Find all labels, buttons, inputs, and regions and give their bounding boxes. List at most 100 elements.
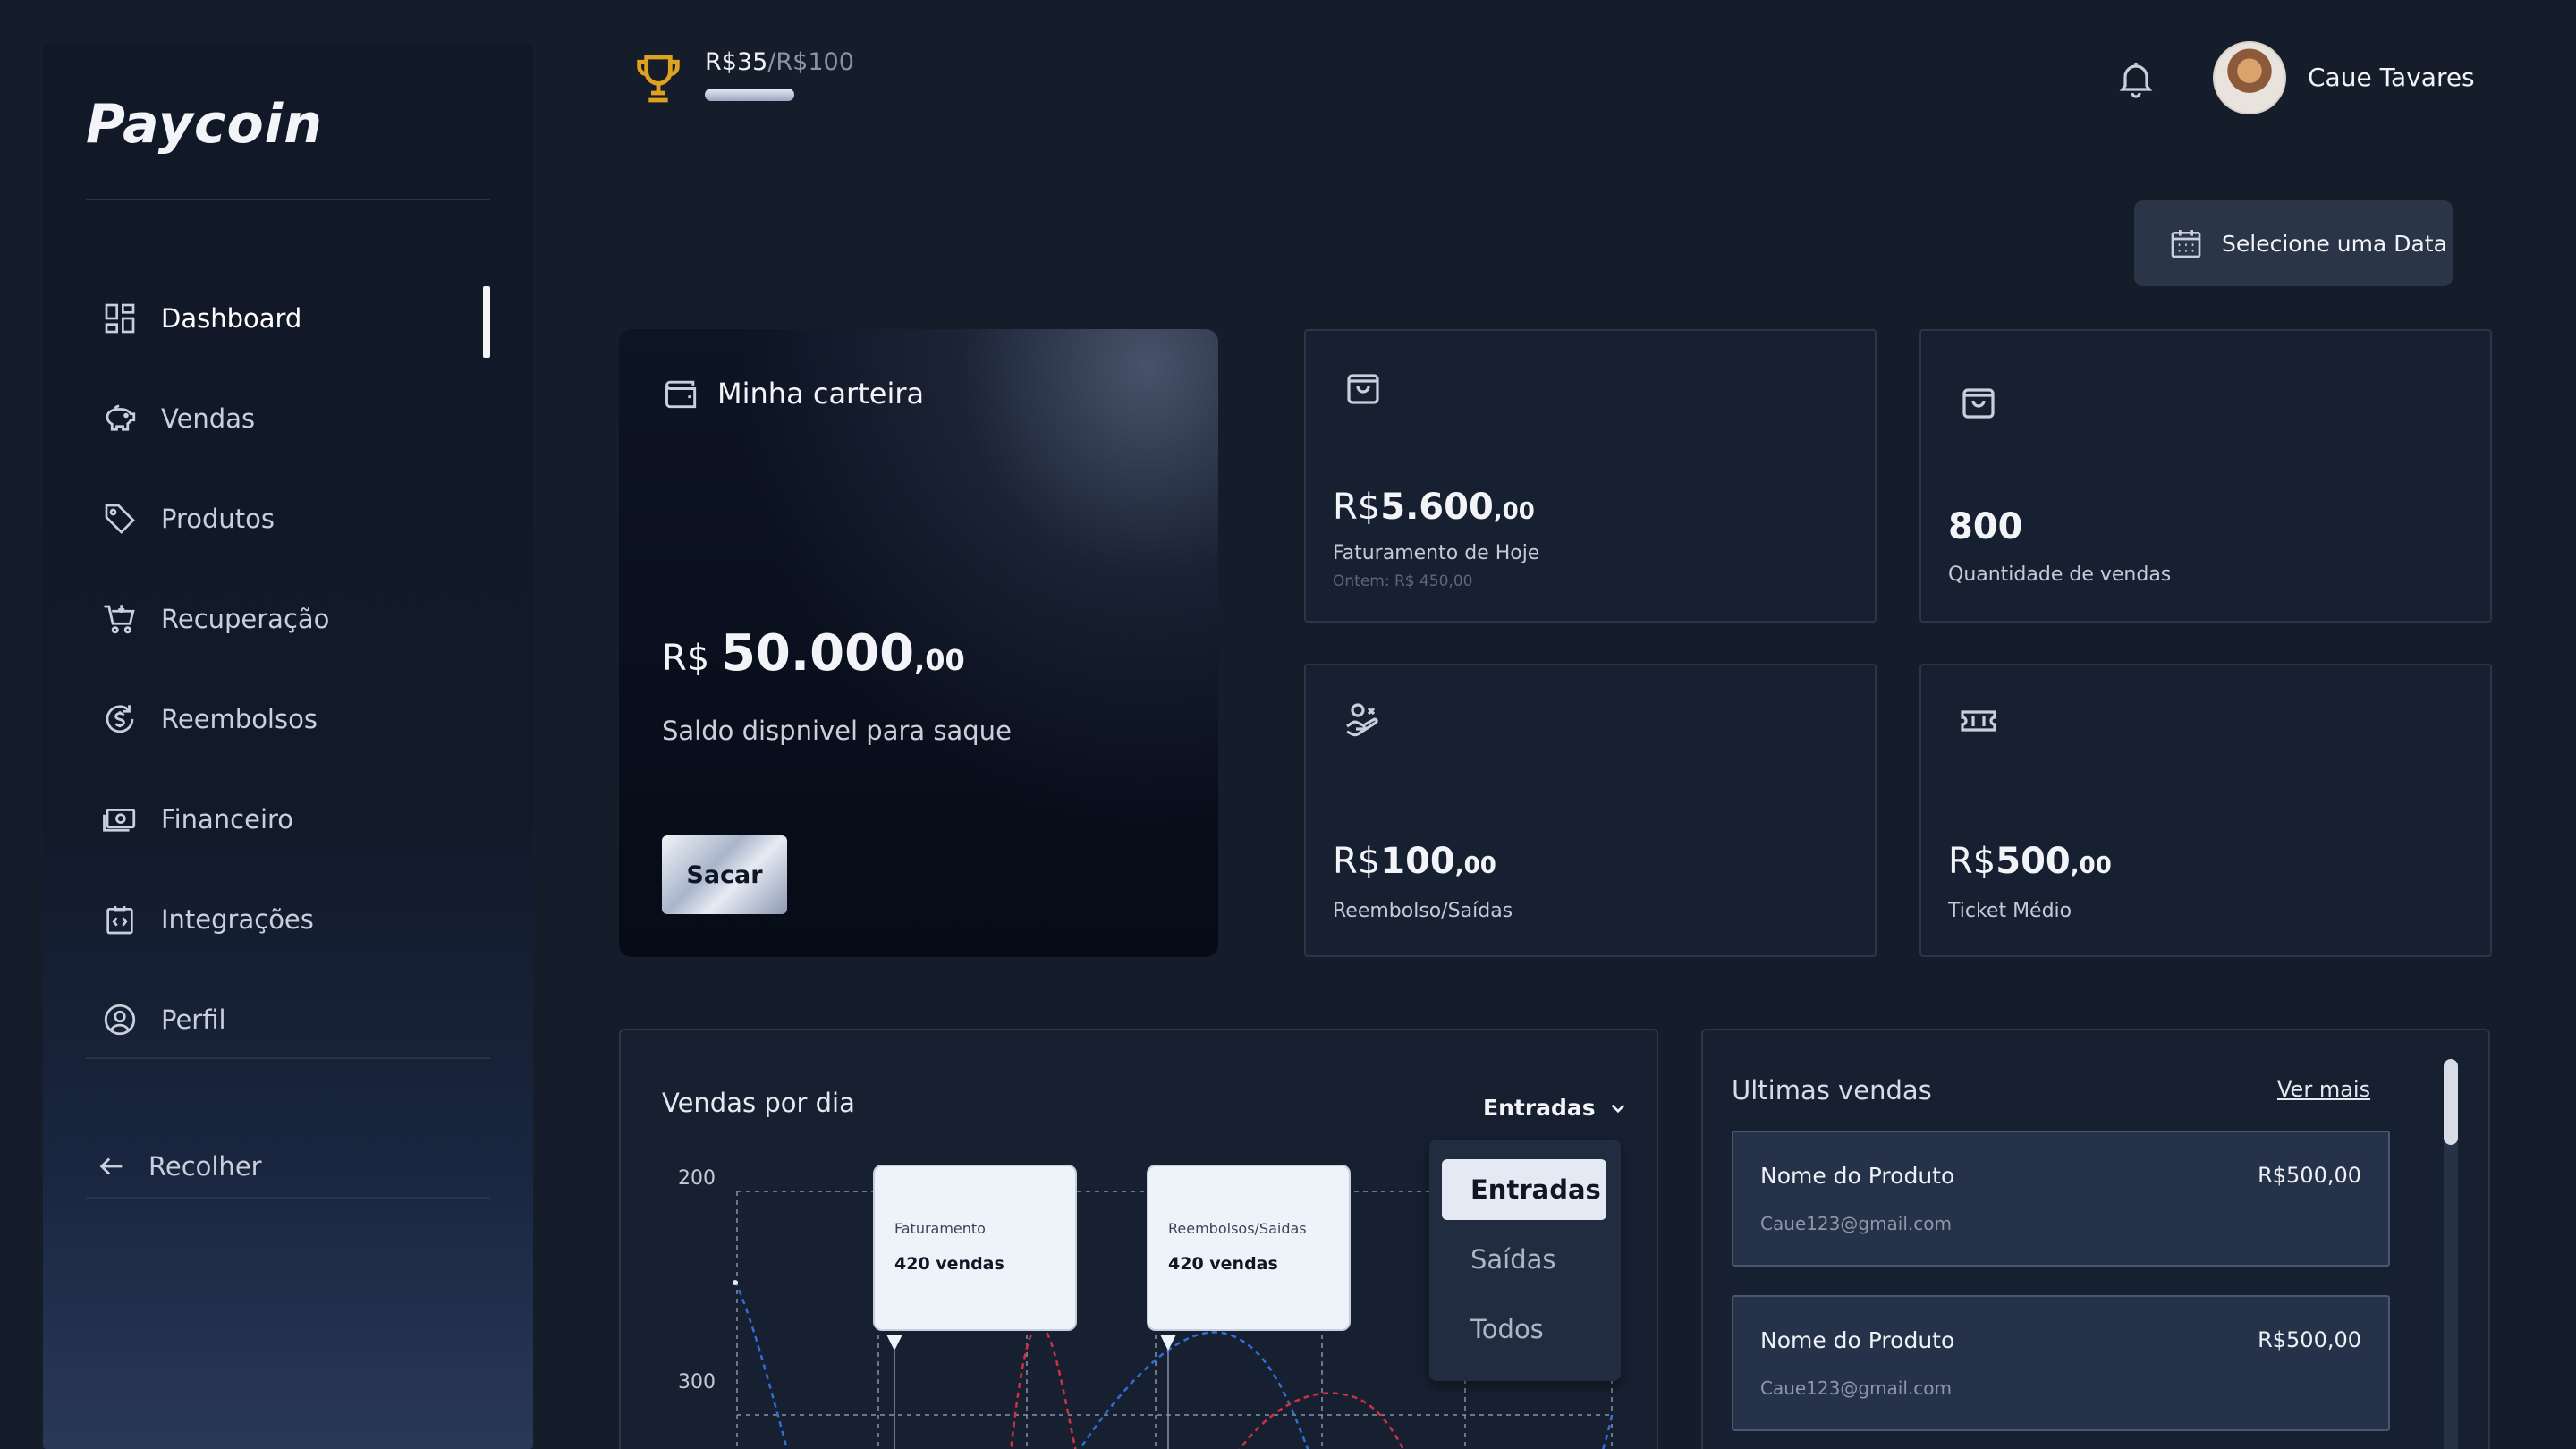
sidebar-item-dashboard[interactable]: Dashboard [86,268,533,369]
wallet-card: Minha carteira R$ 50.000,00 Saldo dispni… [619,329,1218,957]
sidebar-item-produtos[interactable]: Produtos [86,469,533,569]
sidebar-nav: Dashboard Vendas Produtos Recuperação Re… [86,268,533,1070]
tag-icon [98,497,141,540]
dropdown-option-todos[interactable]: Todos [1442,1299,1606,1360]
stat-card-average-ticket: R$500,00 Ticket Médio [1919,664,2492,957]
dropdown-option-saidas[interactable]: Saídas [1442,1229,1606,1290]
stat-card-revenue-today: R$5.600,00 Faturamento de Hoje Ontem: R$… [1304,329,1877,623]
date-picker-button[interactable]: Selecione uma Data [2134,200,2453,286]
sidebar-item-perfil[interactable]: Perfil [86,970,533,1070]
last-sales-title: Ultimas vendas [1732,1075,1932,1106]
sidebar-divider-bottom [86,1197,490,1199]
stat-currency: R$ [1333,487,1381,528]
sidebar-item-label: Dashboard [161,303,302,334]
stat-currency: R$ [1333,841,1381,882]
see-more-link[interactable]: Ver mais [2277,1077,2370,1102]
stat-number: 500 [1996,841,2071,882]
wallet-currency: R$ [662,638,710,679]
sidebar-item-financeiro[interactable]: Financeiro [86,769,533,869]
stat-value: R$5.600,00 [1333,487,1535,528]
sidebar-divider-mid [86,1057,490,1059]
stat-value: 800 [1948,506,2023,547]
sale-item[interactable]: Nome do Produto R$500,00 Caue123@gmail.c… [1732,1295,2390,1431]
series-line-faturamento [1601,1414,1614,1449]
stat-number: 800 [1948,506,2023,547]
goal-progress-bar [705,89,794,101]
sidebar-item-label: Perfil [161,1004,226,1035]
stat-currency: R$ [1948,841,1996,882]
bell-icon[interactable] [2114,57,2157,100]
sale-product-name: Nome do Produto [1760,1163,1955,1189]
chart-tooltip-faturamento: Faturamento 420 vendas [873,1165,1077,1331]
stat-number: 100 [1380,841,1455,882]
chart-filter-dropdown: Entradas Saídas Todos [1429,1140,1621,1381]
collapse-label: Recolher [148,1151,262,1182]
stat-value: R$100,00 [1333,841,1496,882]
sidebar-item-integracoes[interactable]: Integrações [86,869,533,970]
sales-goal: R$35/R$100 [630,48,854,107]
sale-price: R$500,00 [2258,1327,2361,1352]
sidebar-item-label: Produtos [161,504,275,534]
stat-value: R$500,00 [1948,841,2112,882]
sidebar: Paycoin Dashboard Vendas Produtos Recupe… [43,43,533,1449]
sale-email: Caue123@gmail.com [1760,1213,1952,1234]
wallet-title-label: Minha carteira [717,377,925,411]
sidebar-divider-top [86,199,490,200]
calendar-icon [2171,230,2201,258]
last-sales-panel: Ultimas vendas Ver mais Nome do Produto … [1701,1029,2490,1449]
sale-price: R$500,00 [2258,1163,2361,1188]
stat-label: Reembolso/Saídas [1333,900,1513,922]
series-line-reembolsos [1009,1324,1077,1449]
sale-email: Caue123@gmail.com [1760,1377,1952,1399]
sidebar-item-vendas[interactable]: Vendas [86,369,533,469]
sale-item[interactable]: Nome do Produto R$500,00 Caue123@gmail.c… [1732,1131,2390,1267]
dashboard-icon [98,297,141,340]
sale-product-name: Nome do Produto [1760,1327,1955,1353]
series-line-reembolsos [1238,1392,1405,1449]
tooltip-label: Faturamento [894,1220,986,1237]
integration-icon [98,898,141,941]
chart-tooltip-reembolsos: Reembolsos/Saidas 420 vendas [1147,1165,1351,1331]
shopping-bag-icon [1962,388,1995,419]
stat-card-sales-count: 800 Quantidade de vendas [1919,329,2492,623]
tooltip-value: 420 vendas [1168,1254,1278,1274]
date-picker-label: Selecione uma Data [2222,230,2447,257]
ticket-icon [1961,710,1996,732]
stat-number: 5.600 [1380,487,1494,528]
piggy-bank-icon [98,397,141,440]
collapse-button[interactable]: Recolher [97,1148,262,1184]
refund-icon [98,698,141,741]
series-line-faturamento [1078,1331,1309,1449]
trophy-icon [637,55,680,103]
stat-card-refunds: R$100,00 Reembolso/Saídas [1304,664,1877,957]
dropdown-option-entradas[interactable]: Entradas [1442,1159,1606,1220]
sidebar-item-reembolsos[interactable]: Reembolsos [86,669,533,769]
tooltip-pointer [886,1335,902,1351]
app-logo: Paycoin [86,93,323,156]
goal-current: R$35 [705,48,768,76]
stat-note: Ontem: R$ 450,00 [1333,572,1473,590]
wallet-cents: ,00 [914,643,965,677]
y-tick-label: 300 [678,1371,716,1394]
hand-refund-icon [1346,703,1378,737]
arrow-left-icon [97,1148,132,1184]
sidebar-item-label: Financeiro [161,804,294,835]
tooltip-label: Reembolsos/Saidas [1168,1220,1307,1237]
app-frame: Paycoin Dashboard Vendas Produtos Recupe… [0,0,2576,1449]
goal-text: R$35/R$100 [705,48,854,76]
user-name[interactable]: Caue Tavares [2308,63,2475,92]
series-line-faturamento [733,1280,789,1449]
withdraw-button[interactable]: Sacar [662,835,787,914]
y-tick-label: 200 [678,1167,716,1190]
goal-target: /R$100 [767,48,854,76]
sidebar-item-recuperacao[interactable]: Recuperação [86,569,533,669]
wallet-balance: R$ 50.000,00 [662,624,965,682]
stat-cents: ,00 [1493,498,1535,525]
cart-icon [98,597,141,640]
data-point[interactable] [733,1280,738,1285]
stat-cents: ,00 [1454,852,1496,879]
stat-cents: ,00 [2070,852,2112,879]
scrollbar-thumb[interactable] [2444,1059,2458,1145]
wallet-icon [665,380,697,409]
avatar[interactable] [2213,41,2286,114]
